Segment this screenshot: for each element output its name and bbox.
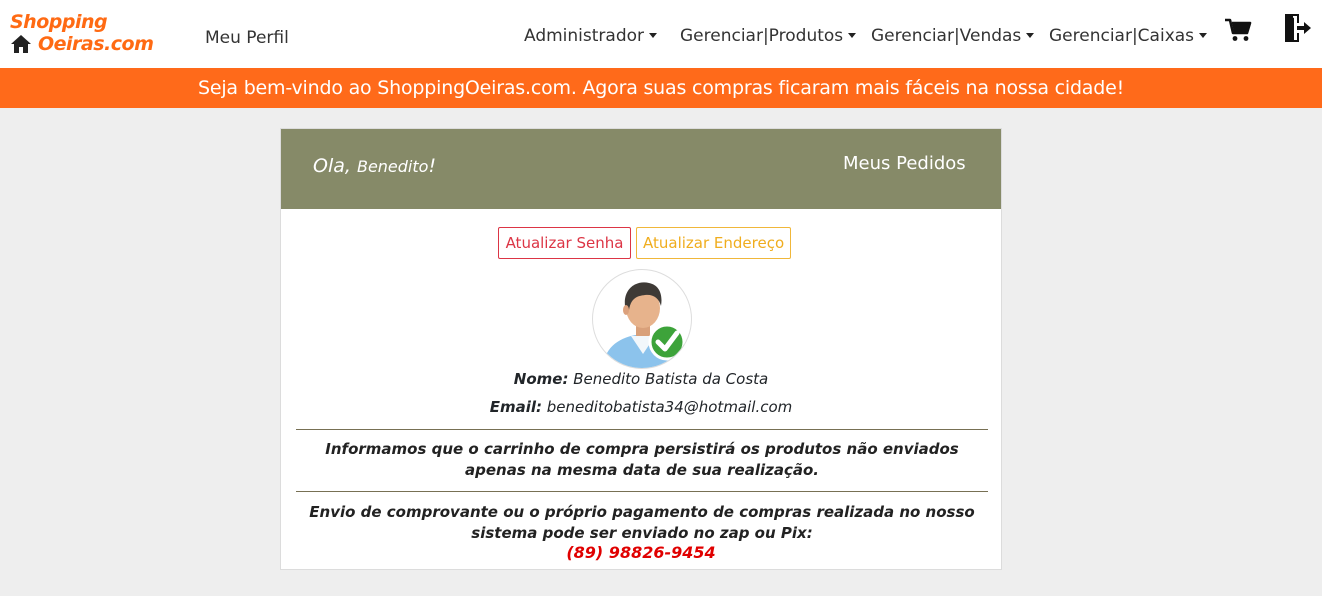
nav-profile-link[interactable]: Meu Perfil — [205, 28, 289, 48]
verified-user-icon — [603, 282, 686, 368]
brand-logo-link[interactable]: Shopping Oeiras.com — [10, 10, 160, 58]
greeting-prefix: Ola, — [313, 155, 351, 177]
my-orders-link[interactable]: Meus Pedidos — [843, 152, 966, 176]
cart-icon[interactable] — [1224, 18, 1252, 42]
nav-menu-label: Gerenciar|Vendas — [871, 26, 1022, 46]
update-password-button[interactable]: Atualizar Senha — [498, 227, 631, 259]
divider — [296, 429, 988, 430]
brand-name-line2: Oeiras.com — [38, 33, 154, 55]
nav-menu-produtos[interactable]: Gerenciar|Produtos — [680, 26, 857, 46]
profile-card-header: Ola, Benedito! Meus Pedidos — [281, 129, 1001, 209]
avatar — [592, 269, 692, 369]
greeting-text: Ola, Benedito! — [313, 154, 436, 179]
caret-down-icon — [848, 32, 857, 38]
user-email-line: Email: beneditobatista34@hotmail.com — [281, 397, 1001, 417]
logout-icon[interactable] — [1284, 13, 1312, 43]
nav-menu-caixas[interactable]: Gerenciar|Caixas — [1049, 26, 1208, 46]
email-value: beneditobatista34@hotmail.com — [546, 398, 793, 416]
name-value: Benedito Batista da Costa — [573, 370, 769, 388]
brand-name-line1: Shopping — [10, 11, 108, 33]
profile-card: Ola, Benedito! Meus Pedidos Atualizar Se… — [280, 128, 1002, 570]
greeting-suffix: ! — [428, 155, 437, 177]
contact-phone: (89) 98826-9454 — [566, 543, 716, 562]
update-address-button[interactable]: Atualizar Endereço — [636, 227, 791, 259]
nav-menu-label: Administrador — [524, 26, 645, 46]
nav-menu-vendas[interactable]: Gerenciar|Vendas — [871, 26, 1035, 46]
email-label: Email: — [489, 398, 542, 416]
nav-menu-label: Gerenciar|Caixas — [1049, 26, 1195, 46]
divider — [296, 491, 988, 492]
top-navbar: Shopping Oeiras.com Meu Perfil Administr… — [0, 0, 1322, 68]
welcome-banner: Seja bem-vindo ao ShoppingOeiras.com. Ag… — [0, 68, 1322, 108]
payment-notice: Envio de comprovante ou o próprio pagame… — [309, 503, 975, 542]
cart-notice: Informamos que o carrinho de compra pers… — [325, 440, 959, 479]
caret-down-icon — [1026, 32, 1035, 38]
home-icon — [11, 35, 31, 53]
name-label: Nome: — [513, 370, 569, 388]
nav-menu-administrador[interactable]: Administrador — [524, 26, 658, 46]
nav-menu-label: Gerenciar|Produtos — [680, 26, 844, 46]
caret-down-icon — [1199, 32, 1208, 38]
user-name-line: Nome: Benedito Batista da Costa — [281, 369, 1001, 389]
caret-down-icon — [649, 32, 658, 38]
greeting-name: Benedito — [356, 157, 429, 176]
